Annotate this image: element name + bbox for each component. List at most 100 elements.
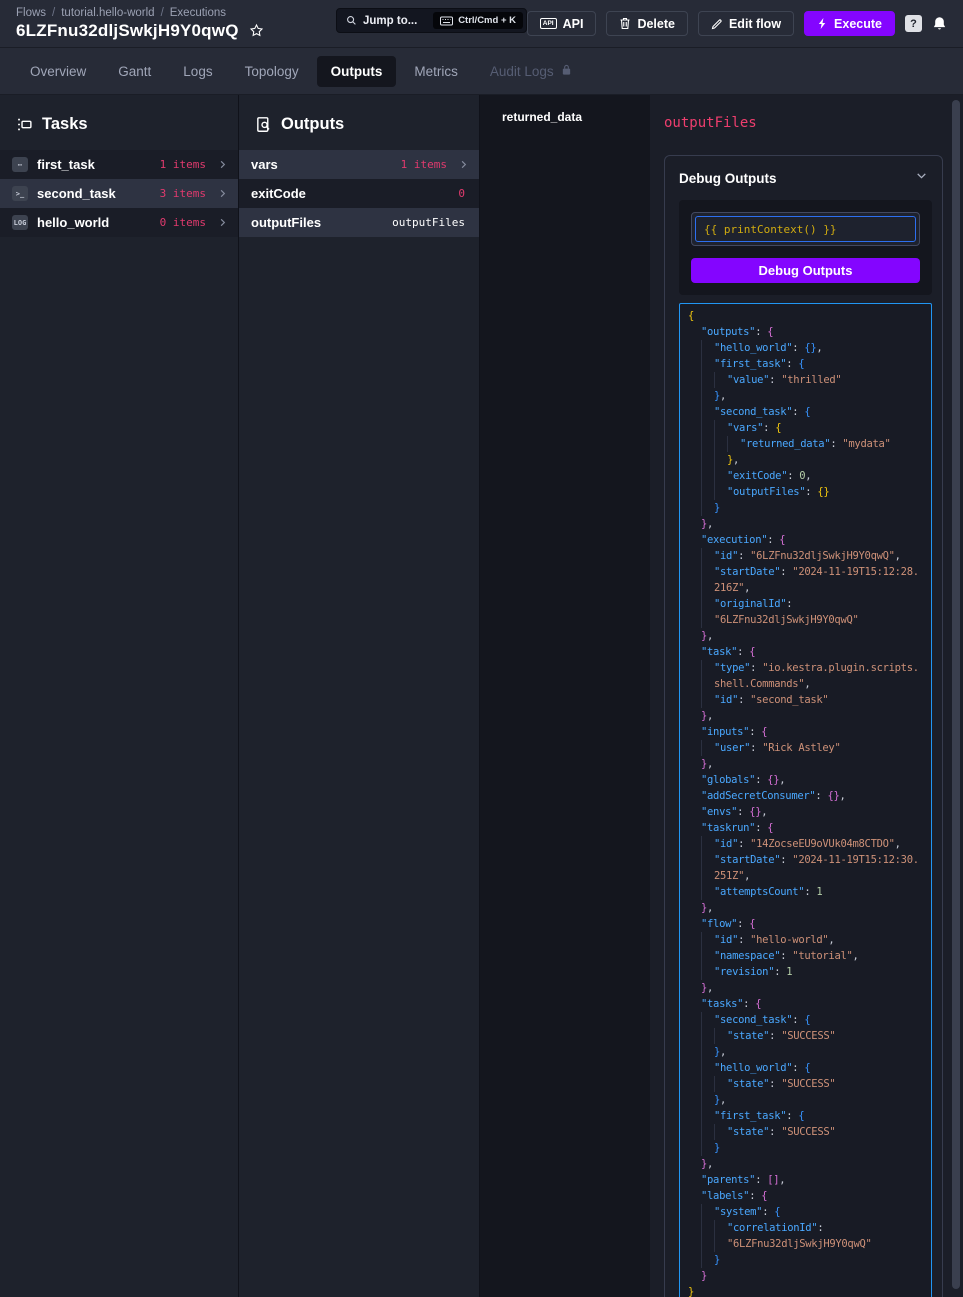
debug-outputs-card-header[interactable]: Debug Outputs <box>679 156 932 200</box>
json-output-viewer[interactable]: {"outputs": {"hello_world": {},"first_ta… <box>679 303 932 1297</box>
chevron-right-icon <box>210 217 228 228</box>
vertical-scrollbar[interactable] <box>952 100 960 1289</box>
tab-topology[interactable]: Topology <box>231 56 313 87</box>
task-row-first_task[interactable]: ⋯first_task1 items <box>0 150 238 179</box>
debug-outputs-button[interactable]: Debug Outputs <box>691 258 920 283</box>
output-value: outputFiles <box>392 216 465 229</box>
code-line: "taskrun": { <box>688 820 923 836</box>
code-line: "id": "second_task" <box>688 692 923 708</box>
page-title: 6LZFnu32dljSwkjH9Y0qwQ <box>16 21 239 41</box>
code-line: "first_task": { <box>688 1108 923 1124</box>
code-line: "task": { <box>688 644 923 660</box>
code-line: "startDate": "2024-11-19T15:12:30. <box>688 852 923 868</box>
code-line: "hello_world": { <box>688 1060 923 1076</box>
breadcrumb-item[interactable]: Flows <box>16 7 46 19</box>
code-line: "6LZFnu32dljSwkjH9Y0qwQ" <box>688 612 923 628</box>
output-row-vars[interactable]: vars1 items <box>239 150 479 179</box>
code-line: }, <box>688 1044 923 1060</box>
breadcrumb-separator: / <box>161 7 164 19</box>
tab-audit-logs: Audit Logs <box>476 56 586 87</box>
code-line: "addSecretConsumer": {}, <box>688 788 923 804</box>
tab-gantt[interactable]: Gantt <box>104 56 165 87</box>
output-row-exitCode[interactable]: exitCode0 <box>239 179 479 208</box>
favorite-star-icon[interactable] <box>249 23 264 38</box>
expression-input[interactable]: {{ printContext() }} <box>695 216 916 242</box>
tasks-panel-title: Tasks <box>42 115 88 134</box>
code-line: "attemptsCount": 1 <box>688 884 923 900</box>
expression-input-wrapper: {{ printContext() }} <box>691 212 920 246</box>
code-line: "state": "SUCCESS" <box>688 1076 923 1092</box>
code-line: "outputFiles": {} <box>688 484 923 500</box>
code-line: "tasks": { <box>688 996 923 1012</box>
debug-expression-box: {{ printContext() }} Debug Outputs <box>679 200 932 295</box>
item-count: 1 items <box>160 158 206 171</box>
chevron-right-icon <box>451 159 469 170</box>
code-line: "returned_data": "mydata" <box>688 436 923 452</box>
edit-flow-button[interactable]: Edit flow <box>698 11 794 36</box>
help-icon[interactable]: ? <box>905 15 922 32</box>
trash-icon <box>619 17 631 30</box>
code-line: "inputs": { <box>688 724 923 740</box>
code-line: "correlationId": <box>688 1220 923 1236</box>
pencil-icon <box>711 18 723 30</box>
lightning-bolt-icon <box>817 17 828 30</box>
code-line: "system": { <box>688 1204 923 1220</box>
code-line: "originalId": <box>688 596 923 612</box>
var-row-returned_data[interactable]: returned_data <box>480 103 650 131</box>
output-value: 0 <box>458 187 465 200</box>
search-placeholder: Jump to... <box>363 15 417 27</box>
code-line: }, <box>688 1092 923 1108</box>
code-line: }, <box>688 708 923 724</box>
code-line: }, <box>688 900 923 916</box>
code-line: 251Z", <box>688 868 923 884</box>
code-line: "outputs": { <box>688 324 923 340</box>
task-row-second_task[interactable]: >_second_task3 items <box>0 179 238 208</box>
tasks-list-icon <box>16 116 33 133</box>
api-button[interactable]: API API <box>527 11 597 36</box>
log-task-icon: LOG <box>12 215 28 230</box>
code-line: "type": "io.kestra.plugin.scripts. <box>688 660 923 676</box>
tab-logs[interactable]: Logs <box>169 56 226 87</box>
jump-to-search[interactable]: Jump to... Ctrl/Cmd + K <box>336 8 527 33</box>
shell-task-icon: >_ <box>12 186 28 201</box>
code-line: "state": "SUCCESS" <box>688 1124 923 1140</box>
outputs-document-search-icon <box>255 116 272 133</box>
breadcrumb: Flows / tutorial.hello-world / Executions <box>16 7 264 19</box>
tab-metrics[interactable]: Metrics <box>400 56 472 87</box>
code-line: shell.Commands", <box>688 676 923 692</box>
code-line: "second_task": { <box>688 1012 923 1028</box>
code-line: "namespace": "tutorial", <box>688 948 923 964</box>
code-line: "user": "Rick Astley" <box>688 740 923 756</box>
outputs-panel-title: Outputs <box>281 115 344 134</box>
breadcrumb-item[interactable]: tutorial.hello-world <box>61 7 154 19</box>
code-line: "execution": { <box>688 532 923 548</box>
tab-overview[interactable]: Overview <box>16 56 100 87</box>
delete-button[interactable]: Delete <box>606 11 688 36</box>
lock-icon <box>561 64 572 79</box>
code-line: }, <box>688 756 923 772</box>
vars-list: returned_data <box>480 103 650 131</box>
vars-panel: returned_data <box>479 95 650 1297</box>
code-line: }, <box>688 628 923 644</box>
task-row-hello_world[interactable]: LOGhello_world0 items <box>0 208 238 237</box>
top-bar: Flows / tutorial.hello-world / Executions 6L… <box>0 0 963 48</box>
execute-button[interactable]: Execute <box>804 11 895 36</box>
tab-outputs[interactable]: Outputs <box>317 56 397 87</box>
code-line: } <box>688 1268 923 1284</box>
tasks-list: ⋯first_task1 items>_second_task3 itemsLO… <box>0 150 238 237</box>
outputs-panel: Outputs vars1 itemsexitCode0outputFileso… <box>239 95 479 1297</box>
code-line: "hello_world": {}, <box>688 340 923 356</box>
code-line: "envs": {}, <box>688 804 923 820</box>
code-line: "labels": { <box>688 1188 923 1204</box>
breadcrumb-item[interactable]: Executions <box>170 7 226 19</box>
code-line: "globals": {}, <box>688 772 923 788</box>
code-line: "second_task": { <box>688 404 923 420</box>
api-icon: API <box>540 18 557 29</box>
chevron-right-icon <box>210 188 228 199</box>
detail-panel-title: outputFiles <box>664 115 943 131</box>
breadcrumb-separator: / <box>52 7 55 19</box>
notifications-bell-icon[interactable] <box>932 16 947 32</box>
output-row-outputFiles[interactable]: outputFilesoutputFiles <box>239 208 479 237</box>
code-line: "parents": [], <box>688 1172 923 1188</box>
code-line: } <box>688 1284 923 1297</box>
